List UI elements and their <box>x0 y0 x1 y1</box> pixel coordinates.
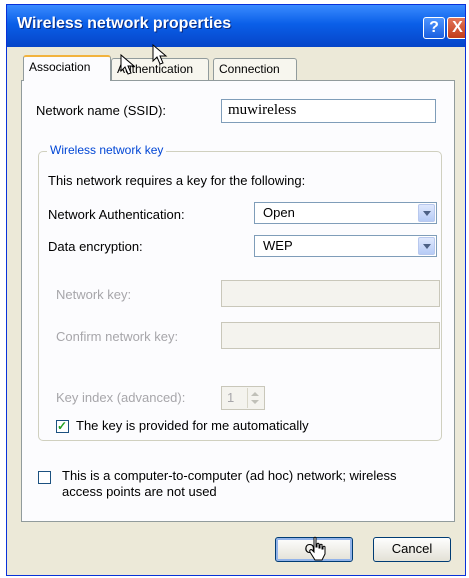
data-encryption-select[interactable]: WEP <box>254 235 437 257</box>
key-index-value: 1 <box>227 390 235 405</box>
close-button[interactable]: X <box>447 17 465 39</box>
data-encryption-label: Data encryption: <box>48 239 143 254</box>
title-bar[interactable]: Wireless network properties ? X <box>7 5 465 47</box>
chevron-down-icon[interactable] <box>418 237 435 255</box>
network-auth-label: Network Authentication: <box>48 207 185 222</box>
adhoc-label-line1: This is a computer-to-computer (ad hoc) … <box>62 468 397 483</box>
mouse-pointer-icon <box>152 44 168 65</box>
group-title: Wireless network key <box>47 143 167 157</box>
tab-association[interactable]: Association <box>23 55 111 81</box>
spinner-buttons[interactable] <box>247 388 263 408</box>
key-required-text: This network requires a key for the foll… <box>48 173 306 188</box>
data-encryption-value: WEP <box>263 238 293 253</box>
tab-connection[interactable]: Connection <box>213 58 297 80</box>
association-panel: Network name (SSID): muwireless Wireless… <box>21 80 455 522</box>
chevron-down-icon[interactable] <box>418 204 435 222</box>
confirm-key-label: Confirm network key: <box>56 329 179 344</box>
network-key-input[interactable] <box>221 280 440 307</box>
ssid-input[interactable]: muwireless <box>221 99 436 123</box>
hand-pointer-icon <box>309 536 326 561</box>
confirm-key-input[interactable] <box>221 322 440 349</box>
auto-key-checkbox[interactable]: ✓ <box>56 419 69 433</box>
dialog-title: Wireless network properties <box>17 15 232 32</box>
wireless-properties-dialog: Wireless network properties ? X Associat… <box>6 4 466 576</box>
help-button[interactable]: ? <box>423 17 445 39</box>
spin-down-icon[interactable] <box>251 400 259 404</box>
adhoc-checkbox[interactable] <box>38 471 51 484</box>
network-auth-select[interactable]: Open <box>254 202 437 224</box>
adhoc-label-line2: access points are not used <box>62 484 217 499</box>
key-index-label: Key index (advanced): <box>56 390 186 405</box>
network-auth-value: Open <box>263 205 295 220</box>
spin-up-icon[interactable] <box>251 392 259 396</box>
checkmark-icon: ✓ <box>57 419 68 433</box>
auto-key-label: The key is provided for me automatically <box>76 418 309 433</box>
network-key-label: Network key: <box>56 287 132 302</box>
ssid-label: Network name (SSID): <box>36 103 167 118</box>
key-index-spinner[interactable]: 1 <box>221 386 265 410</box>
mouse-pointer-icon <box>120 53 136 75</box>
cancel-button[interactable]: Cancel <box>373 537 451 562</box>
